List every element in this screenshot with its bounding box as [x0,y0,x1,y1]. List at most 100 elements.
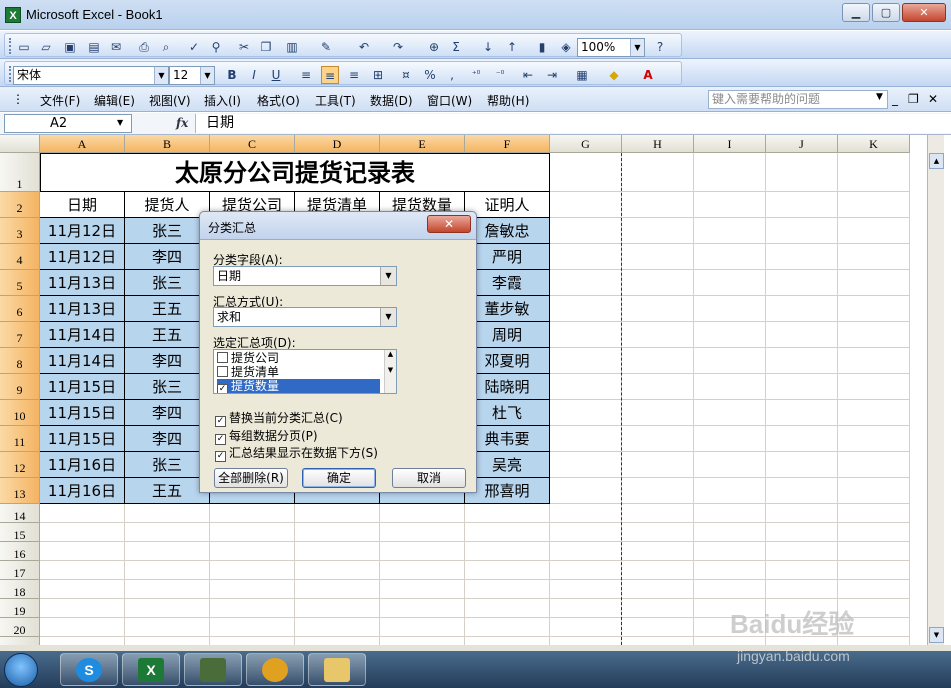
cell[interactable] [694,478,766,504]
scroll-down-icon[interactable]: ▼ [929,627,944,643]
subtotal-items-list[interactable]: 提货公司 提货清单 ✓ 提货数量 ▲ ▼ [213,349,397,394]
column-header-g[interactable]: G [550,135,622,153]
select-all-corner[interactable] [0,135,40,153]
summary-below-option[interactable]: ✓ 汇总结果显示在数据下方(S) [215,444,378,462]
cell[interactable] [40,580,125,599]
cell[interactable] [40,561,125,580]
cell[interactable] [380,542,465,561]
column-header-j[interactable]: J [766,135,838,153]
witness-cell[interactable]: 杜飞 [465,400,550,426]
cell[interactable] [838,452,910,478]
cell[interactable] [210,504,295,523]
cell[interactable] [295,580,380,599]
person-cell[interactable]: 张三 [125,452,210,478]
cut-icon[interactable]: ✂ [235,38,253,56]
chart-wizard-icon[interactable]: ▮ [533,38,551,56]
person-cell[interactable]: 张三 [125,270,210,296]
cell[interactable] [694,192,766,218]
cell[interactable] [622,580,694,599]
cell[interactable] [622,218,694,244]
workbook-restore-icon[interactable]: ❐ [908,92,919,106]
cell[interactable] [694,523,766,542]
cell[interactable] [210,542,295,561]
row-header-2[interactable]: 2 [0,192,40,218]
open-icon[interactable]: ▱ [37,38,55,56]
align-right-icon[interactable]: ≡ [345,66,363,84]
toolbar-grip[interactable] [9,66,12,82]
cell[interactable] [694,322,766,348]
cell[interactable] [550,426,622,452]
cell[interactable] [694,561,766,580]
cell[interactable] [550,270,622,296]
sort-ascending-icon[interactable]: ↓ [479,38,497,56]
cell[interactable] [694,452,766,478]
column-header-b[interactable]: B [125,135,210,153]
cell[interactable] [838,504,910,523]
minimize-button[interactable]: ▁ [842,3,870,22]
row-header-4[interactable]: 4 [0,244,40,270]
cell[interactable] [838,322,910,348]
cell[interactable] [838,523,910,542]
menu-insert[interactable]: 插入(I) [204,92,241,109]
cell[interactable] [766,478,838,504]
increase-indent-icon[interactable]: ⇥ [543,66,561,84]
row-header-21[interactable]: 21 [0,637,40,645]
checkbox[interactable] [217,366,228,377]
fill-color-icon[interactable]: ◆ [605,66,623,84]
cell[interactable] [622,348,694,374]
close-window-button[interactable]: ✕ [902,3,946,22]
cell[interactable] [694,244,766,270]
dialog-close-button[interactable]: ✕ [427,215,471,233]
cell[interactable] [550,637,622,645]
percent-button[interactable]: % [421,66,439,84]
cell[interactable] [694,153,766,192]
workbook-minimize-icon[interactable]: _ [892,92,898,106]
cell[interactable] [766,270,838,296]
cell[interactable] [125,561,210,580]
witness-cell[interactable]: 周明 [465,322,550,348]
menu-view[interactable]: 视图(V) [149,92,191,109]
help-icon[interactable]: ? [651,38,669,56]
cell[interactable] [622,599,694,618]
cell[interactable] [465,523,550,542]
currency-icon[interactable]: ¤ [397,66,415,84]
column-header-c[interactable]: C [210,135,295,153]
menu-data[interactable]: 数据(D) [370,92,413,109]
taskbar-photo[interactable] [184,653,242,686]
list-item[interactable]: 提货清单 [217,365,279,379]
checkbox-checked[interactable]: ✓ [217,384,228,393]
cell[interactable] [838,348,910,374]
taskbar-excel[interactable]: X [122,653,180,686]
row-header-1[interactable]: 1 [0,153,40,192]
cell[interactable] [766,153,838,192]
cell[interactable] [838,374,910,400]
name-box-dropdown-icon[interactable]: ▼ [117,118,123,127]
cell[interactable] [766,322,838,348]
witness-cell[interactable]: 李霞 [465,270,550,296]
row-header-15[interactable]: 15 [0,523,40,542]
email-icon[interactable]: ✉ [107,38,125,56]
cell[interactable] [694,374,766,400]
help-dropdown-icon[interactable]: ▼ [876,92,883,102]
cell[interactable] [125,637,210,645]
replace-subtotals-option[interactable]: ✓ 替换当前分类汇总(C) [215,409,343,427]
cell[interactable] [694,270,766,296]
cell[interactable] [694,542,766,561]
person-cell[interactable]: 李四 [125,348,210,374]
cell[interactable] [838,478,910,504]
menu-tools[interactable]: 工具(T) [315,92,356,109]
remove-all-button[interactable]: 全部删除(R) [214,468,288,488]
date-cell[interactable]: 11月16日 [40,452,125,478]
row-header-13[interactable]: 13 [0,478,40,504]
comma-style-button[interactable]: , [443,66,461,84]
page-break-option[interactable]: ✓ 每组数据分页(P) [215,427,318,445]
toolbar-grip[interactable] [9,38,12,54]
cell[interactable] [622,637,694,645]
column-header-h[interactable]: H [622,135,694,153]
cell[interactable] [838,580,910,599]
cell[interactable] [550,452,622,478]
start-button[interactable] [4,653,38,687]
cell[interactable] [622,452,694,478]
cell[interactable] [40,523,125,542]
list-scrollbar[interactable]: ▲ ▼ [384,350,396,393]
